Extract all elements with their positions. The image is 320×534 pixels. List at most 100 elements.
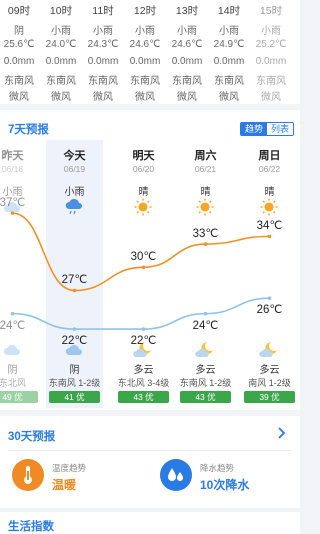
night-wind: 东南风 1-2级	[179, 378, 232, 388]
high-temp-label: 30℃	[130, 251, 157, 264]
aqi-badge: 41 优	[49, 391, 100, 403]
high-temp-label: 33℃	[192, 228, 219, 241]
hour-rainfall: 0.0mm	[171, 56, 203, 67]
hour-temperature: 24.0℃	[45, 39, 77, 50]
sun-icon	[195, 197, 215, 217]
aqi-badge: 43 优	[118, 391, 169, 403]
hour-rainfall: 0.0mm	[45, 56, 77, 67]
hour-time: 12时	[133, 5, 157, 17]
rain-trend-value: 10次降水	[200, 478, 250, 492]
day-column[interactable]: 周六 06/21 晴多云 东南风 1-2级 43 优	[177, 140, 234, 408]
night-wind: 东北风 3-4级	[117, 378, 170, 388]
day-column[interactable]: 明天 06/20 晴多云东北风 3-4级 43 优	[115, 140, 172, 408]
hour-wind-level: 微风	[93, 92, 113, 103]
day-condition: 晴	[138, 187, 149, 198]
hour-condition: 小雨	[51, 26, 71, 37]
thirty-day-title: 30天预报	[8, 431, 56, 443]
rain-icon	[64, 197, 84, 217]
aqi-badge: 39 优	[244, 391, 295, 403]
life-index-panel[interactable]: 生活指数	[0, 512, 300, 534]
hour-time: 10时	[49, 5, 73, 17]
aqi-badge: 43 优	[180, 391, 231, 403]
thermometer-icon	[12, 459, 44, 491]
hour-condition: 小雨	[93, 26, 113, 37]
hour-temperature: 24.6℃	[129, 39, 161, 50]
temp-trend-label: 温度趋势	[52, 463, 87, 473]
hour-wind-direction: 东南风	[130, 76, 160, 87]
night-wind: 东北风	[0, 378, 26, 388]
day-date: 06/19	[63, 164, 86, 174]
hour-time: 11时	[92, 5, 114, 17]
day-condition: 晴	[264, 187, 275, 198]
hour-temperature: 25.2℃	[255, 39, 287, 50]
hour-time: 09时	[7, 5, 31, 17]
low-temp-label: 22℃	[61, 335, 88, 348]
thirty-day-forecast-panel[interactable]: 30天预报 温度趋势 温暖 降水趋势 10次降水	[0, 416, 300, 508]
hour-wind-direction: 东南风	[256, 76, 286, 87]
night-condition: 阴	[69, 365, 80, 376]
hour-wind-direction: 东南风	[4, 76, 34, 87]
chevron-right-icon[interactable]	[274, 426, 288, 440]
day-column[interactable]: 周日 06/22 晴多云 南风 1-2级 39 优	[241, 140, 298, 408]
hour-wind-level: 微风	[261, 92, 281, 103]
hour-wind-direction: 东南风	[46, 76, 76, 87]
hour-wind-direction: 东南风	[172, 76, 202, 87]
hour-wind-level: 微风	[177, 92, 197, 103]
hour-wind-direction: 东南风	[214, 76, 244, 87]
low-temp-label: 26℃	[256, 304, 283, 317]
list-tab[interactable]: 列表	[266, 123, 293, 135]
high-temp-label: 34℃	[256, 220, 283, 233]
trend-tab[interactable]: 趋势	[240, 123, 267, 135]
hour-time: 13时	[175, 5, 199, 17]
hour-wind-level: 微风	[51, 92, 71, 103]
hour-wind-level: 微风	[9, 92, 29, 103]
hour-rainfall: 0.0mm	[87, 56, 119, 67]
night-condition: 阴	[7, 365, 18, 376]
rain-trend-label: 降水趋势	[200, 463, 235, 473]
hour-condition: 阴	[14, 26, 24, 37]
hour-temperature: 24.3℃	[87, 39, 119, 50]
low-temp-label: 24℃	[192, 319, 219, 332]
night-condition: 多云	[133, 365, 154, 376]
high-temp-label: 37℃	[0, 197, 26, 210]
low-temp-label: 22℃	[130, 335, 157, 348]
day-column[interactable]: 昨天 06/18 小雨阴东北风 49 优	[0, 140, 41, 408]
moon-cloud-icon	[259, 340, 279, 360]
day-name: 明天	[132, 150, 155, 162]
day-name: 今天	[63, 150, 86, 162]
hour-wind-level: 微风	[219, 92, 239, 103]
divider	[8, 450, 292, 451]
night-condition: 多云	[259, 365, 280, 376]
day-date: 06/20	[132, 164, 155, 174]
day-name: 昨天	[1, 150, 24, 162]
hour-condition: 小雨	[135, 26, 155, 37]
hour-rainfall: 0.0mm	[255, 56, 287, 67]
life-index-title: 生活指数	[8, 521, 54, 533]
hour-rainfall: 0.0mm	[129, 56, 161, 67]
cloud-icon	[2, 340, 22, 360]
hour-time: 14时	[217, 5, 241, 17]
day-date: 06/18	[1, 164, 24, 174]
night-wind: 南风 1-2级	[248, 378, 291, 388]
day-condition: 晴	[200, 187, 211, 198]
hour-temperature: 24.9℃	[213, 39, 245, 50]
day-name: 周六	[194, 150, 217, 162]
night-wind: 东南风 1-2级	[48, 378, 101, 388]
seven-day-forecast-panel: 7天预报 趋势 列表 昨天 06/18 小雨阴东北风 49 优今天 06/19 小雨阴东南…	[0, 110, 300, 410]
night-condition: 多云	[195, 365, 216, 376]
temp-trend-value: 温暖	[52, 478, 77, 492]
hourly-forecast-strip[interactable]: 09时阴 25.6℃ 0.0mm 东南风微风 10时小雨 24.0℃ 0.0mm 东南风微风 1…	[0, 0, 300, 104]
hour-temperature: 25.6℃	[3, 39, 35, 50]
view-toggle[interactable]: 趋势 列表	[239, 122, 294, 136]
hour-rainfall: 0.0mm	[213, 56, 245, 67]
hour-condition: 小雨	[177, 26, 197, 37]
sun-icon	[259, 197, 279, 217]
hour-time: 15时	[259, 5, 283, 17]
sun-icon	[133, 197, 153, 217]
day-date: 06/22	[258, 164, 281, 174]
day-condition: 小雨	[64, 187, 85, 198]
high-temp-label: 27℃	[61, 274, 88, 287]
low-temp-label: 24℃	[0, 319, 26, 332]
hour-condition: 小雨	[261, 26, 281, 37]
aqi-badge: 49 优	[0, 391, 38, 403]
